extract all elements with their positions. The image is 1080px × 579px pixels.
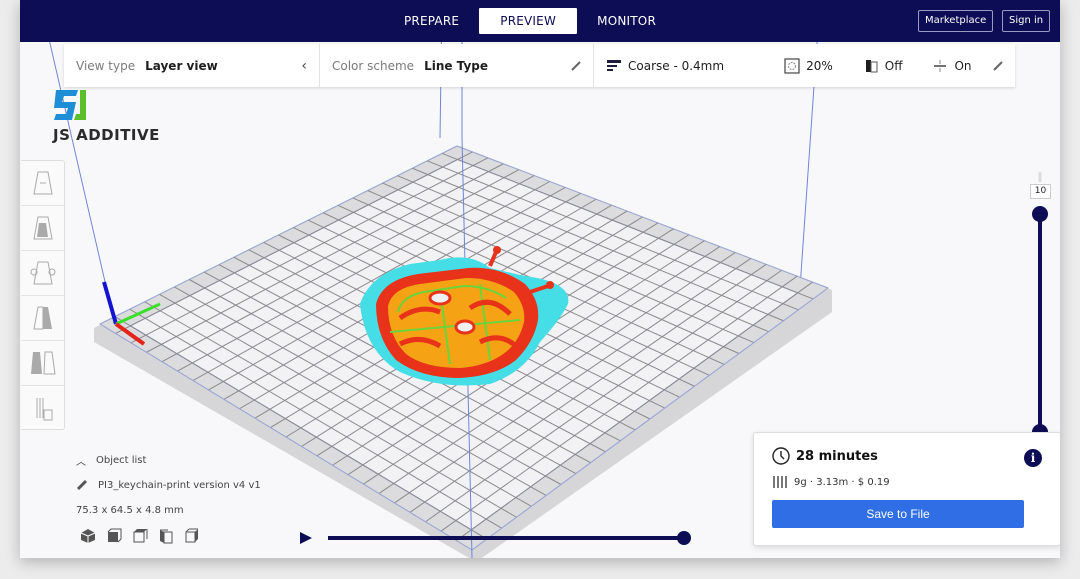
pencil-icon[interactable] xyxy=(571,60,581,71)
left-view-icon[interactable] xyxy=(158,528,174,544)
tab-prepare[interactable]: PREPARE xyxy=(384,8,479,34)
view-settings-bar: View type Layer view ‹ Color scheme Line… xyxy=(64,44,1015,87)
front-view-icon[interactable] xyxy=(106,528,122,544)
object-name-row[interactable]: PI3_keychain-print version v4 v1 xyxy=(76,475,261,495)
infill-value: 20% xyxy=(806,58,833,73)
simulation-progress-slider[interactable] xyxy=(326,531,692,545)
info-icon[interactable]: i xyxy=(1024,449,1042,467)
profile-icon xyxy=(607,59,621,71)
layer-slider[interactable] xyxy=(1030,172,1050,442)
tab-preview[interactable]: PREVIEW xyxy=(479,8,578,34)
sign-in-button[interactable]: Sign in xyxy=(1002,10,1051,32)
adhesion-value: On xyxy=(954,58,972,73)
current-layer-input[interactable]: 10 xyxy=(1030,184,1051,199)
stage-tabs: PREPARE PREVIEW MONITOR xyxy=(384,8,676,34)
color-scheme-label: Color scheme xyxy=(332,58,415,73)
rotate-tool-button[interactable] xyxy=(21,251,64,296)
support-icon xyxy=(865,59,878,72)
mirror-tool-button[interactable] xyxy=(21,296,64,341)
view-type-selector[interactable]: View type Layer view ‹ xyxy=(64,44,320,87)
profile-value: Coarse - 0.4mm xyxy=(628,58,725,73)
material-estimate-value: 9g · 3.13m · $ 0.19 xyxy=(794,476,890,488)
right-view-icon[interactable] xyxy=(184,528,200,544)
hole xyxy=(454,319,476,335)
color-scheme-selector[interactable]: Color scheme Line Type xyxy=(320,44,594,87)
app-window: 10 JS ADDITIVE PREPARE PREVIEW MONITOR M… xyxy=(20,0,1060,558)
object-list-label: Object list xyxy=(96,454,147,466)
tool-panel xyxy=(21,160,65,430)
antenna-tip xyxy=(546,281,554,289)
chevron-up-icon: ︿ xyxy=(76,456,86,468)
infill-icon xyxy=(784,57,800,74)
mirror-tool-icon xyxy=(32,306,52,330)
per-model-settings-icon xyxy=(30,351,56,375)
clock-icon xyxy=(772,447,790,465)
scale-tool-icon xyxy=(32,216,53,240)
color-scheme-value: Line Type xyxy=(424,58,488,73)
top-view-icon[interactable] xyxy=(132,528,148,544)
support-blocker-icon xyxy=(36,397,52,420)
z-axis-indicator xyxy=(102,281,118,325)
object-name: PI3_keychain-print version v4 v1 xyxy=(98,479,261,491)
move-tool-icon xyxy=(32,171,53,195)
layer-slider-upper-handle[interactable] xyxy=(1032,206,1048,222)
3d-view-icon[interactable] xyxy=(80,528,96,544)
per-model-settings-button[interactable] xyxy=(21,341,64,386)
camera-view-buttons xyxy=(80,528,200,544)
print-time: 28 minutes xyxy=(772,447,878,465)
print-time-value: 28 minutes xyxy=(796,448,878,464)
print-settings-summary[interactable]: Coarse - 0.4mm 20% Off On xyxy=(594,44,1015,87)
adhesion-icon xyxy=(934,59,947,72)
save-to-file-button[interactable]: Save to File xyxy=(772,500,1024,528)
js-additive-logo-icon xyxy=(54,90,86,120)
antenna-tip xyxy=(493,246,501,254)
object-list-toggle[interactable]: ︿ Object list xyxy=(76,450,261,470)
simulation-handle[interactable] xyxy=(677,531,691,545)
logo-text: JS ADDITIVE xyxy=(53,126,160,144)
chevron-left-icon[interactable]: ‹ xyxy=(301,58,307,74)
tab-monitor[interactable]: MONITOR xyxy=(577,8,676,34)
print-info-panel: 28 minutes i 9g · 3.13m · $ 0.19 Save to… xyxy=(753,432,1060,546)
support-value: Off xyxy=(884,58,903,73)
object-list-panel: ︿ Object list PI3_keychain-print version… xyxy=(76,450,261,525)
header-bar: PREPARE PREVIEW MONITOR Marketplace Sign… xyxy=(20,0,1060,42)
view-type-label: View type xyxy=(76,58,136,73)
pencil-icon[interactable] xyxy=(993,60,1003,71)
hole xyxy=(428,290,452,306)
scale-tool-button[interactable] xyxy=(21,206,64,251)
object-dimensions-text: 75.3 x 64.5 x 4.8 mm xyxy=(76,504,184,516)
material-estimate: 9g · 3.13m · $ 0.19 xyxy=(772,475,890,489)
marketplace-button[interactable]: Marketplace xyxy=(918,10,994,32)
object-dimensions: 75.3 x 64.5 x 4.8 mm xyxy=(76,500,261,520)
support-blocker-button[interactable] xyxy=(21,386,64,431)
play-icon[interactable] xyxy=(298,530,314,546)
filament-icon xyxy=(773,476,787,488)
pencil-icon xyxy=(76,479,88,491)
move-tool-button[interactable] xyxy=(21,161,64,206)
rotate-tool-icon xyxy=(30,261,55,285)
view-type-value: Layer view xyxy=(145,58,218,73)
